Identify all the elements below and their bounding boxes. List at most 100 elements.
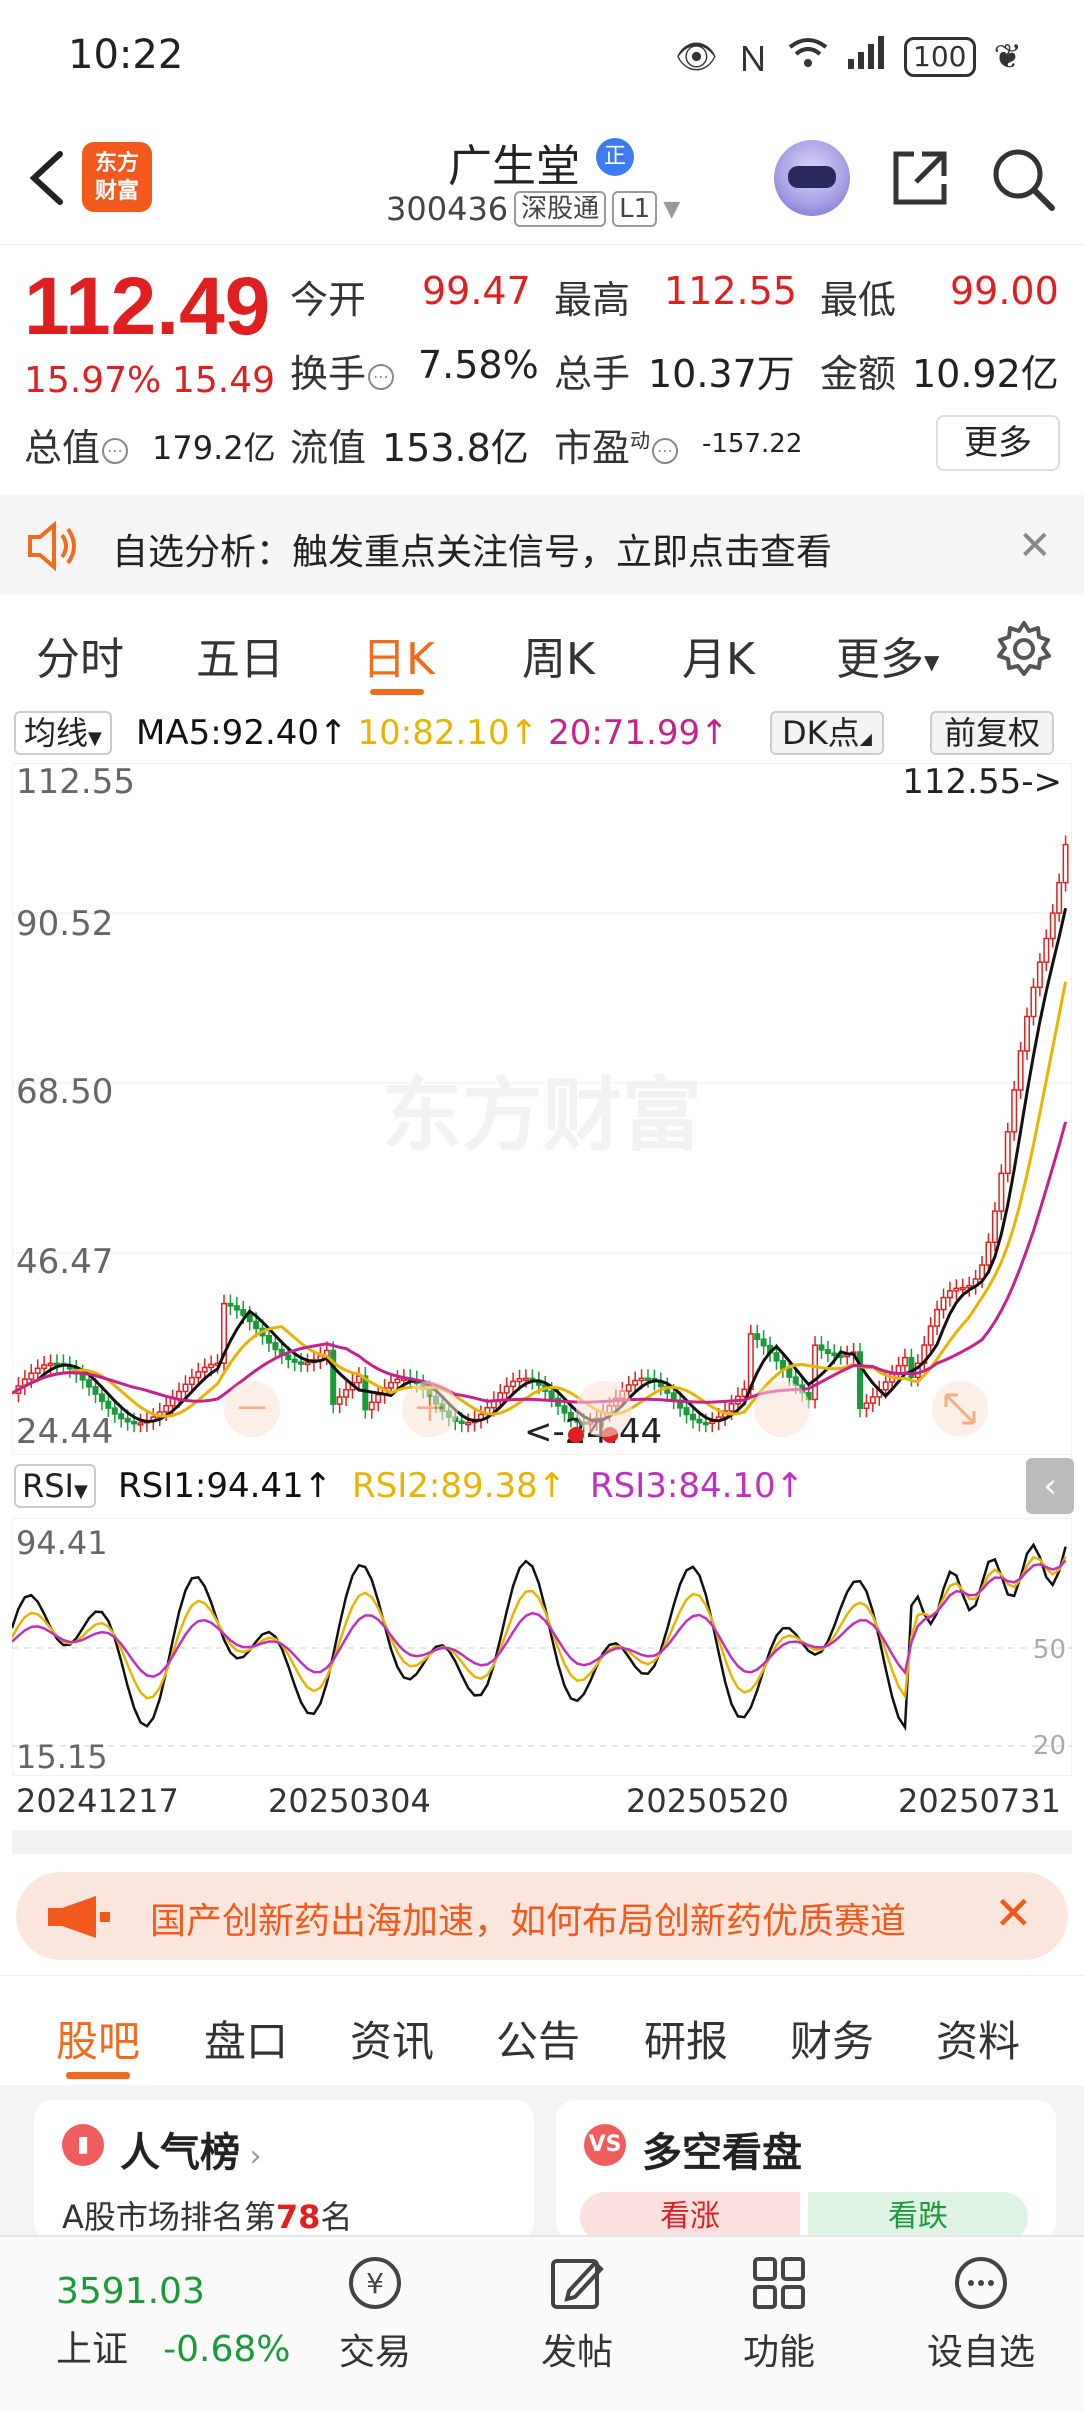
tab-monthly-k[interactable]: 月K <box>682 623 755 687</box>
active-tab-indicator <box>66 2072 130 2079</box>
tab-announcements[interactable]: 公告 <box>496 2008 580 2069</box>
eye-icon: 👁 <box>674 36 719 77</box>
dk-point-marker[interactable] <box>568 1427 584 1443</box>
candle-body <box>124 1417 131 1423</box>
promo-text: 国产创新药出海加速，如何布局创新药优质赛道 <box>150 1901 907 1942</box>
nav-trade[interactable]: ¥ 交易 <box>310 2253 440 2375</box>
candle-body <box>233 1305 240 1311</box>
candle-body <box>959 1286 966 1291</box>
candle-body <box>394 1378 401 1384</box>
search-icon[interactable] <box>990 146 1056 212</box>
status-time: 10:22 <box>68 32 184 78</box>
content-tabs: 股吧 盘口 资讯 公告 研报 财务 资料 <box>0 1975 1084 2085</box>
tab-news[interactable]: 资讯 <box>350 2008 434 2069</box>
candle-body <box>773 1352 780 1362</box>
close-icon[interactable]: ✕ <box>1018 523 1052 569</box>
candle-body <box>503 1385 510 1394</box>
share-icon[interactable] <box>888 146 952 210</box>
tab-more[interactable]: 更多▼ <box>836 623 939 687</box>
rsi-ref-20: 20 <box>1033 1731 1066 1761</box>
candle-body <box>1049 912 1056 940</box>
amount-label: 金额 <box>820 352 897 396</box>
candle-body <box>291 1358 298 1363</box>
stock-name: 广生堂 <box>448 141 580 192</box>
candle-body <box>1004 1131 1011 1175</box>
popularity-card[interactable]: ▮ 人气榜 › A股市场排名第78名 <box>34 2100 534 2240</box>
float-cap-label: 流值 <box>290 426 367 470</box>
scroll-right-button[interactable] <box>754 1381 810 1437</box>
tab-guba[interactable]: 股吧 <box>56 2008 140 2069</box>
kline-chart[interactable]: 东方财富 112.55 90.52 68.50 46.47 24.44 112.… <box>12 763 1072 1455</box>
price-adjust-button[interactable]: 前复权 <box>930 711 1055 755</box>
grid-icon <box>753 2257 805 2309</box>
more-button[interactable]: 更多 <box>936 415 1060 471</box>
info-icon[interactable]: ⋯ <box>102 437 129 464</box>
nav-post[interactable]: 发帖 <box>512 2253 642 2375</box>
candle-body <box>137 1422 144 1426</box>
nav-function[interactable]: 功能 <box>714 2253 844 2375</box>
y-label-4: 46.47 <box>16 1242 113 1282</box>
timeline-scrollbar[interactable] <box>12 1830 1072 1854</box>
rsi2-value: RSI2:89.38↑ <box>352 1466 567 1506</box>
open-label: 今开 <box>290 278 367 322</box>
candle-body <box>188 1376 195 1386</box>
scroll-left-button[interactable] <box>576 1381 632 1437</box>
tab-weekly-k[interactable]: 周K <box>522 623 595 687</box>
quote-panel: 112.49 15.97% 15.49 今开 99.47 最高 112.55 最… <box>0 245 1084 495</box>
promo-banner[interactable]: 国产创新药出海加速，如何布局创新药优质赛道 ✕ <box>16 1872 1068 1960</box>
close-icon[interactable]: ✕ <box>994 1886 1033 1940</box>
info-icon[interactable]: ⋯ <box>652 437 679 464</box>
leaf-icon: ❦ <box>993 36 1023 77</box>
verified-badge: 正 <box>596 138 634 176</box>
chart-tabs: 分时 五日 日K 周K 月K 更多▼ <box>0 595 1084 705</box>
tab-intraday[interactable]: 分时 <box>36 623 124 687</box>
candle-body <box>105 1400 112 1409</box>
high-value: 112.55 <box>664 269 797 313</box>
bull-bear-title: 多空看盘 <box>642 2130 802 2176</box>
candle-body <box>754 1333 761 1341</box>
candle-body <box>285 1354 292 1361</box>
indicator-select[interactable]: 均线▼ <box>14 711 112 755</box>
candle-body <box>632 1379 639 1386</box>
ai-assistant-icon[interactable] <box>774 140 850 216</box>
tab-daily-k[interactable]: 日K <box>362 623 435 687</box>
candle-body <box>548 1390 555 1400</box>
ma-values: MA5:92.40↑ 10:82.10↑ 20:71.99↑ <box>136 713 729 753</box>
svg-text:¥: ¥ <box>366 2267 384 2300</box>
ma20-value: 20:71.99↑ <box>548 713 729 753</box>
bull-bear-card[interactable]: VS 多空看盘 看涨 看跌 <box>556 2100 1056 2242</box>
nav-add-watchlist[interactable]: 设自选 <box>916 2253 1046 2375</box>
candle-body <box>638 1377 645 1382</box>
candle-body <box>869 1396 876 1404</box>
tab-five-day[interactable]: 五日 <box>196 623 284 687</box>
back-arrow-icon[interactable] <box>22 148 72 208</box>
stock-code: 300436 <box>386 190 509 228</box>
battery-icon: 100 <box>904 36 976 77</box>
info-icon[interactable]: ⋯ <box>368 363 395 390</box>
candle-body <box>118 1413 125 1420</box>
index-ticker[interactable]: 3591.03 上证 -0.68% <box>56 2271 290 2372</box>
volume-label: 总手 <box>554 352 631 396</box>
dk-point-button[interactable]: DK点◢ <box>770 711 884 755</box>
stock-code-row[interactable]: 300436 深股通 L1 ▼ <box>386 190 680 228</box>
candle-body <box>201 1366 208 1373</box>
gear-icon[interactable] <box>994 619 1054 679</box>
tab-profile[interactable]: 资料 <box>936 2008 1020 2069</box>
candle-body <box>272 1342 279 1351</box>
tab-order-book[interactable]: 盘口 <box>204 2008 288 2069</box>
candle-body <box>1056 881 1063 914</box>
tab-financials[interactable]: 财务 <box>790 2008 874 2069</box>
candle-body <box>240 1309 247 1316</box>
rsi-select[interactable]: RSI▼ <box>14 1464 96 1508</box>
rsi-chart[interactable]: 94.41 15.15 50 20 <box>12 1518 1072 1776</box>
app-logo[interactable]: 东方 财富 <box>82 142 152 212</box>
candle-body <box>946 1290 953 1299</box>
candle-body <box>998 1172 1005 1212</box>
dropdown-caret-icon: ▼ <box>924 650 940 674</box>
collapse-panel-button[interactable]: ‹ <box>1026 1458 1074 1514</box>
candle-body <box>86 1379 93 1388</box>
y-label-3: 68.50 <box>16 1072 113 1112</box>
analysis-notice[interactable]: 自选分析：触发重点关注信号，立即点击查看 ✕ <box>0 495 1084 595</box>
tab-research[interactable]: 研报 <box>644 2008 728 2069</box>
candle-body <box>298 1361 305 1365</box>
